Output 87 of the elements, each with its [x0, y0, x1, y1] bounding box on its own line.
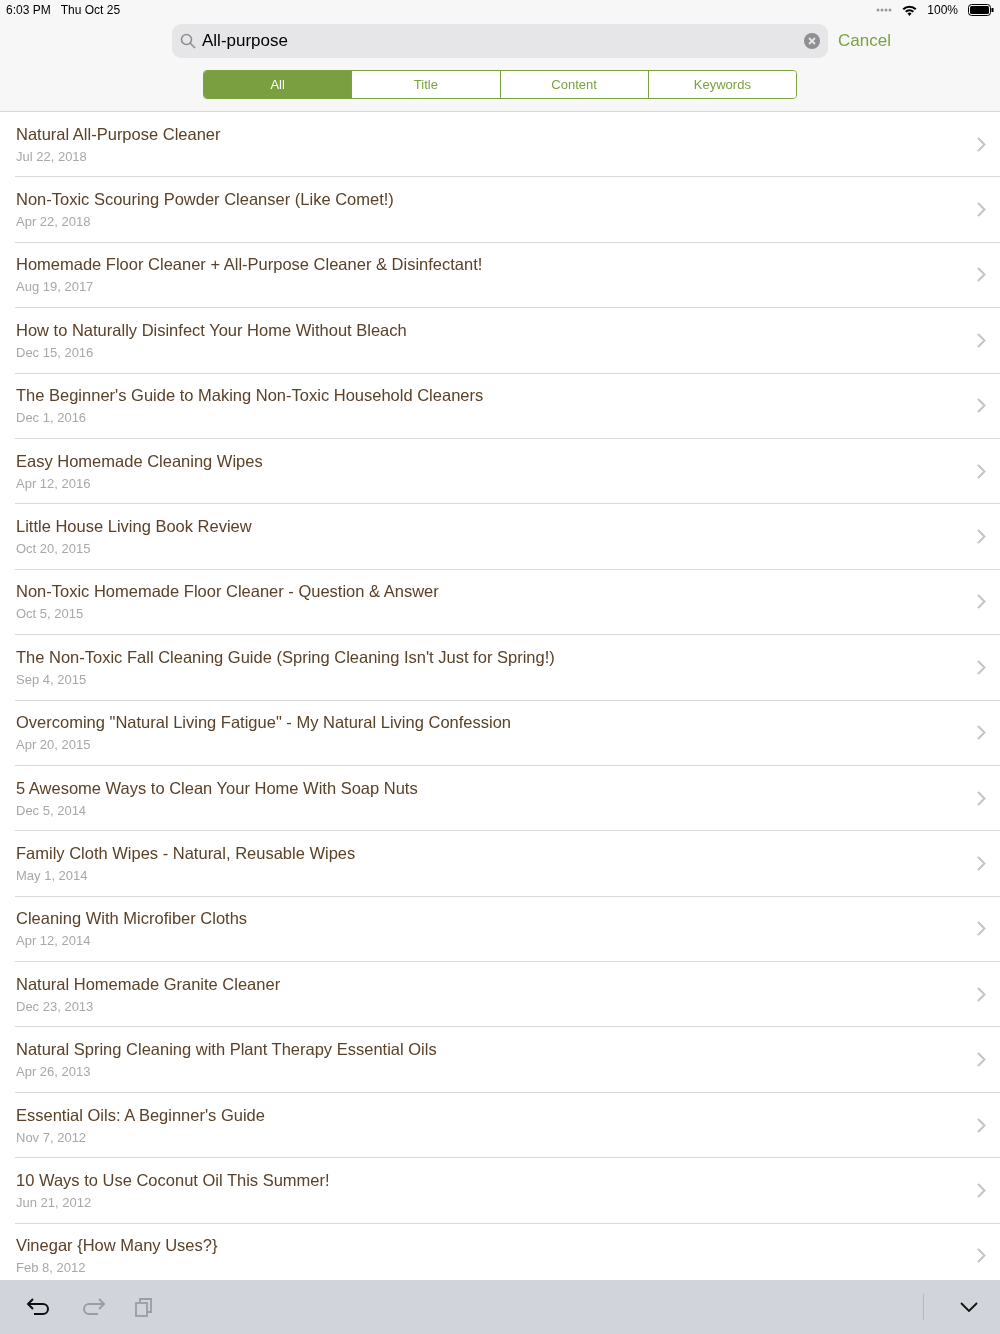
- status-date: Thu Oct 25: [60, 3, 121, 17]
- result-title: Non-Toxic Homemade Floor Cleaner - Question & Answer: [16, 582, 439, 602]
- result-date: Apr 20, 2015: [16, 737, 91, 753]
- clear-icon[interactable]: [804, 33, 820, 49]
- redo-icon: [80, 1296, 106, 1318]
- result-date: Dec 23, 2013: [16, 998, 94, 1014]
- result-date: Sep 4, 2015: [16, 671, 87, 687]
- result-title: 5 Awesome Ways to Clean Your Home With Soap Nuts: [16, 778, 418, 798]
- collapse-button[interactable]: [960, 1302, 978, 1312]
- result-date: Apr 12, 2016: [16, 475, 91, 491]
- result-title: Non-Toxic Scouring Powder Cleanser (Like Comet!): [16, 190, 394, 210]
- result-row[interactable]: How to Naturally Disinfect Your Home Without Bleach Dec 15, 2016: [15, 308, 1000, 374]
- result-date: Dec 5, 2014: [16, 802, 87, 818]
- chevron-right-icon: [977, 659, 986, 675]
- result-row[interactable]: Natural Homemade Granite Cleaner Dec 23, 2013: [15, 962, 1000, 1028]
- undo-button[interactable]: [26, 1296, 52, 1318]
- chevron-right-icon: [977, 1117, 986, 1133]
- chevron-right-icon: [977, 921, 986, 937]
- chevron-right-icon: [977, 856, 986, 871]
- search-field[interactable]: All-purpose: [172, 24, 828, 58]
- chevron-right-icon: [977, 529, 986, 545]
- result-title: Natural All-Purpose Cleaner: [16, 124, 221, 144]
- chevron-right-icon: [977, 398, 986, 414]
- result-date: Oct 5, 2015: [16, 606, 84, 622]
- result-title: Overcoming "Natural Living Fatigue" - My Natural Living Confession: [16, 713, 511, 733]
- result-title: Little House Living Book Review: [16, 517, 252, 537]
- result-date: Dec 1, 2016: [16, 410, 87, 426]
- result-title: The Non-Toxic Fall Cleaning Guide (Spring Cleaning Isn't Just for Spring!): [16, 647, 555, 667]
- result-date: Apr 22, 2018: [16, 214, 91, 230]
- battery-percent: 100%: [927, 3, 958, 17]
- chevron-right-icon: [977, 986, 986, 1002]
- result-title: Homemade Floor Cleaner + All-Purpose Cleaner & Disinfectant!: [16, 255, 483, 275]
- result-row[interactable]: Easy Homemade Cleaning Wipes Apr 12, 2016: [15, 438, 1000, 505]
- chevron-right-icon: [977, 594, 986, 610]
- result-row[interactable]: Natural All-Purpose Cleaner Jul 22, 2018: [15, 112, 1000, 178]
- chevron-right-icon: [977, 267, 986, 283]
- result-row[interactable]: Non-Toxic Homemade Floor Cleaner - Question & Answer Oct 5, 2015: [15, 569, 1000, 636]
- chevron-right-icon: [977, 332, 986, 348]
- result-row[interactable]: Non-Toxic Scouring Powder Cleanser (Like Comet!) Apr 22, 2018: [15, 177, 1000, 243]
- result-title: 10 Ways to Use Coconut Oil This Summer!: [16, 1170, 330, 1190]
- result-title: Natural Homemade Granite Cleaner: [16, 974, 281, 994]
- result-date: Jul 22, 2018: [16, 148, 87, 164]
- result-row[interactable]: The Beginner's Guide to Making Non-Toxic Household Cleaners Dec 1, 2016: [15, 373, 1000, 439]
- chevron-right-icon: [977, 1052, 986, 1068]
- chevron-down-icon: [960, 1302, 978, 1312]
- result-date: Jun 21, 2012: [16, 1194, 92, 1210]
- result-date: Oct 20, 2015: [16, 541, 91, 557]
- result-row[interactable]: Overcoming "Natural Living Fatigue" - My Natural Living Confession Apr 20, 2015: [15, 700, 1000, 766]
- search-query: All-purpose: [202, 31, 289, 51]
- result-row[interactable]: Essential Oils: A Beginner's Guide Nov 7, 2012: [15, 1092, 1000, 1159]
- undo-icon: [26, 1296, 52, 1318]
- result-date: May 1, 2014: [16, 868, 88, 883]
- result-row[interactable]: Family Cloth Wipes - Natural, Reusable Wipes May 1, 2014: [15, 831, 1000, 897]
- result-row[interactable]: 10 Ways to Use Coconut Oil This Summer! Jun 21, 2012: [15, 1158, 1000, 1224]
- signal-icon: [876, 8, 893, 12]
- chevron-right-icon: [977, 1182, 986, 1198]
- chevron-right-icon: [977, 790, 986, 806]
- result-title: Vinegar {How Many Uses?}: [16, 1236, 218, 1256]
- result-title: Easy Homemade Cleaning Wipes: [16, 451, 263, 471]
- chevron-right-icon: [977, 463, 986, 479]
- chevron-right-icon: [977, 1248, 986, 1264]
- chevron-right-icon: [977, 136, 986, 152]
- result-date: Apr 12, 2014: [16, 933, 91, 949]
- result-row[interactable]: Natural Spring Cleaning with Plant Therapy Essential Oils Apr 26, 2013: [15, 1027, 1000, 1093]
- result-row[interactable]: Cleaning With Microfiber Cloths Apr 12, 2014: [15, 896, 1000, 963]
- result-date: Aug 19, 2017: [16, 279, 94, 295]
- battery-icon: [968, 4, 994, 16]
- result-date: Dec 15, 2016: [16, 344, 94, 360]
- result-date: Apr 26, 2013: [16, 1064, 91, 1080]
- status-time: 6:03 PM: [6, 3, 51, 17]
- clipboard-icon: [134, 1296, 154, 1318]
- result-title: Natural Spring Cleaning with Plant Therapy Essential Oils: [16, 1040, 437, 1060]
- result-title: The Beginner's Guide to Making Non-Toxic Household Cleaners: [16, 386, 484, 406]
- result-row[interactable]: The Non-Toxic Fall Cleaning Guide (Spring Cleaning Isn't Just for Spring!) Sep 4, 2015: [15, 635, 1000, 701]
- result-title: Family Cloth Wipes - Natural, Reusable Wipes: [16, 844, 356, 863]
- result-date: Nov 7, 2012: [16, 1129, 87, 1145]
- result-row[interactable]: Little House Living Book Review Oct 20, 2015: [15, 504, 1000, 570]
- result-title: How to Naturally Disinfect Your Home Without Bleach: [16, 320, 407, 340]
- chevron-right-icon: [977, 202, 986, 218]
- result-date: Feb 8, 2012: [16, 1260, 86, 1276]
- result-title: Essential Oils: A Beginner's Guide: [16, 1105, 265, 1125]
- chevron-right-icon: [977, 725, 986, 741]
- result-row[interactable]: Homemade Floor Cleaner + All-Purpose Cleaner & Disinfectant! Aug 19, 2017: [15, 242, 1000, 309]
- wifi-icon: [902, 4, 918, 16]
- result-row[interactable]: 5 Awesome Ways to Clean Your Home With Soap Nuts Dec 5, 2014: [15, 765, 1000, 832]
- search-icon: [180, 33, 196, 49]
- result-title: Cleaning With Microfiber Cloths: [16, 909, 248, 929]
